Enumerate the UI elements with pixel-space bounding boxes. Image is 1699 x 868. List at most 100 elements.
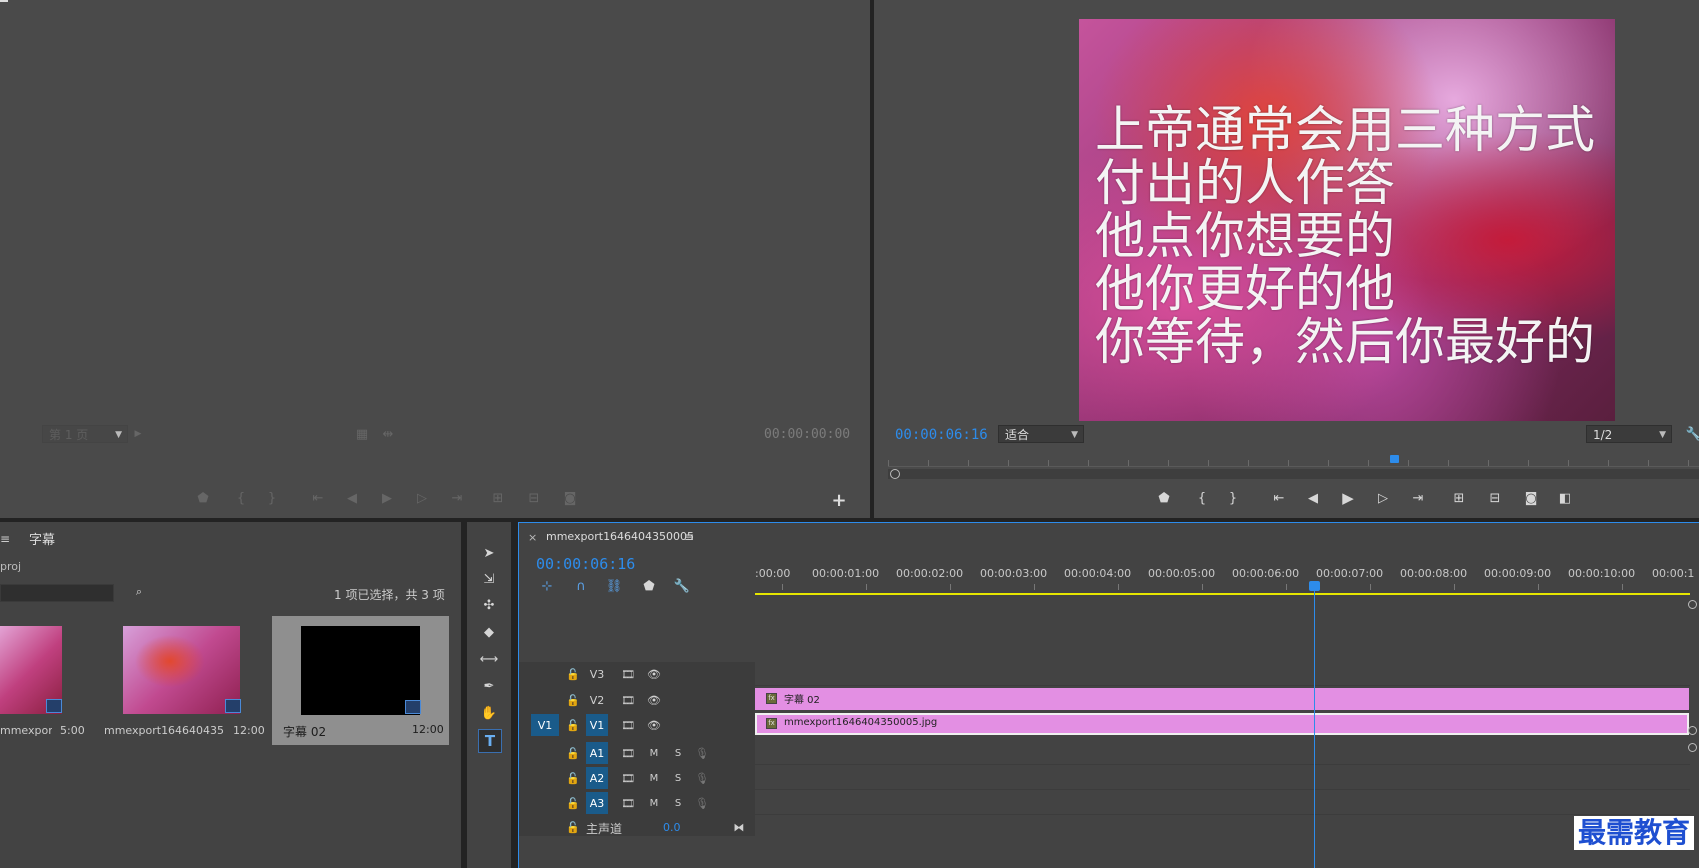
timeline-clip-v2[interactable]: fx 字幕 02	[755, 688, 1689, 710]
pen-tool-icon[interactable]: ✒	[478, 675, 500, 697]
track-lock-icon[interactable]: 🔓	[562, 689, 584, 711]
snap-icon[interactable]: ∩	[571, 576, 591, 596]
play-icon[interactable]: ▶	[377, 488, 397, 508]
track-lock-icon[interactable]: 🔓	[562, 742, 584, 764]
project-item[interactable]: mmexport1646404350… 12:00	[94, 616, 270, 745]
close-sequence-icon[interactable]: ×	[528, 531, 537, 544]
track-lock-icon[interactable]: 🔓	[562, 816, 584, 838]
microphone-icon[interactable]: 🎙	[691, 792, 713, 814]
microphone-icon[interactable]: 🎙	[691, 767, 713, 789]
sequence-menu-icon[interactable]: ≡	[684, 530, 694, 544]
overwrite-icon[interactable]: ⊟	[524, 488, 544, 508]
zoom-handle[interactable]	[890, 469, 900, 479]
step-back-icon[interactable]: ◀	[342, 488, 362, 508]
ripple-edit-tool-icon[interactable]: ✣	[478, 594, 500, 616]
program-playhead-marker[interactable]	[1390, 455, 1399, 463]
lane-v3[interactable]	[755, 662, 1690, 686]
step-forward-icon[interactable]: ▷	[412, 488, 432, 508]
add-marker-icon[interactable]: ⬟	[193, 488, 213, 508]
sync-lock-icon[interactable]: 🎞	[617, 742, 639, 764]
comparison-view-icon[interactable]: ◧	[1555, 488, 1575, 508]
track-target-v3[interactable]: V3	[586, 663, 608, 685]
page-dropdown[interactable]: 第 1 页 ▼	[42, 425, 128, 443]
solo-button[interactable]: S	[667, 742, 689, 764]
mute-button[interactable]: M	[643, 792, 665, 814]
timeline-timecode[interactable]: 00:00:06:16	[536, 555, 635, 573]
program-mini-ruler[interactable]	[888, 456, 1699, 467]
new-search-bin-icon[interactable]: ⌕	[129, 582, 149, 602]
track-target-v1[interactable]: V1	[586, 714, 608, 736]
track-scroll-handle[interactable]	[1688, 726, 1697, 735]
search-input[interactable]	[0, 584, 114, 602]
track-lock-icon[interactable]: 🔓	[562, 792, 584, 814]
selection-tool-icon[interactable]: ➤	[478, 542, 500, 564]
track-scroll-handle[interactable]	[1688, 743, 1697, 752]
go-to-out-icon[interactable]: ⇥	[1408, 488, 1428, 508]
lane-a1[interactable]	[755, 741, 1690, 765]
sync-lock-icon[interactable]: 🎞	[617, 689, 639, 711]
track-lock-icon[interactable]: 🔓	[562, 767, 584, 789]
eye-icon[interactable]: 👁	[643, 714, 665, 736]
sync-lock-icon[interactable]: 🎞	[617, 792, 639, 814]
mark-in-icon[interactable]: {	[231, 488, 251, 508]
mark-out-icon[interactable]: }	[262, 488, 282, 508]
solo-button[interactable]: S	[667, 792, 689, 814]
track-select-tool-icon[interactable]: ⇲	[478, 568, 500, 590]
eye-icon[interactable]: 👁	[643, 689, 665, 711]
go-to-in-icon[interactable]: ⇤	[1269, 488, 1289, 508]
track-target-a1[interactable]: A1	[586, 742, 608, 764]
lane-a3[interactable]	[755, 791, 1690, 815]
sync-lock-icon[interactable]: 🎞	[617, 663, 639, 685]
step-forward-icon[interactable]: ▷	[1373, 488, 1393, 508]
export-frame-icon[interactable]: ◙	[560, 488, 580, 508]
program-scrub-bar[interactable]	[888, 469, 1699, 479]
timeline-playhead[interactable]	[1314, 584, 1315, 868]
mark-in-icon[interactable]: {	[1192, 488, 1212, 508]
add-marker-icon[interactable]: ⬟	[639, 576, 659, 596]
track-lock-icon[interactable]: 🔓	[562, 663, 584, 685]
linked-selection-icon[interactable]: ⛓	[604, 576, 624, 596]
go-to-point-icon[interactable]: ⧓	[728, 816, 750, 838]
sync-lock-icon[interactable]: 🎞	[617, 767, 639, 789]
tab-subtitle[interactable]: 字幕	[29, 529, 55, 548]
program-timecode[interactable]: 00:00:06:16	[895, 427, 988, 443]
export-frame-icon[interactable]: ◙	[1521, 488, 1541, 508]
track-target-a3[interactable]: A3	[586, 792, 608, 814]
track-scroll-handle[interactable]	[1688, 600, 1697, 609]
play-icon[interactable]: ▶	[1338, 488, 1358, 508]
timeline-settings-icon[interactable]: 🔧	[672, 576, 692, 596]
master-volume-value[interactable]: 0.0	[663, 821, 681, 834]
slip-tool-icon[interactable]: ⟷	[478, 648, 500, 670]
playhead-handle[interactable]	[1309, 581, 1320, 591]
track-lock-icon[interactable]: 🔓	[562, 714, 584, 736]
type-tool-icon[interactable]: T	[478, 729, 502, 753]
extract-icon[interactable]: ⊟	[1485, 488, 1505, 508]
add-button-icon[interactable]: +	[829, 490, 849, 511]
work-area-bar[interactable]	[755, 593, 1690, 595]
zoom-dropdown[interactable]: 适合 ▼	[998, 425, 1084, 443]
timeline-clip-v1[interactable]: fx mmexport1646404350005.jpg	[755, 713, 1689, 735]
eye-icon[interactable]: 👁	[643, 663, 665, 685]
microphone-icon[interactable]: 🎙	[691, 742, 713, 764]
mute-button[interactable]: M	[643, 767, 665, 789]
mute-button[interactable]: M	[643, 742, 665, 764]
resolution-dropdown[interactable]: 1/2 ▼	[1586, 425, 1672, 443]
add-marker-icon[interactable]: ⬟	[1154, 488, 1174, 508]
safe-margins-icon[interactable]: ▦	[352, 424, 372, 444]
source-patch-v1[interactable]: V1	[531, 714, 559, 736]
go-to-in-icon[interactable]: ⇤	[308, 488, 328, 508]
sync-lock-icon[interactable]: 🎞	[617, 714, 639, 736]
nest-toggle-icon[interactable]: ⊹	[537, 576, 557, 596]
panel-menu-icon[interactable]: ≡	[0, 532, 10, 546]
insert-icon[interactable]: ⊞	[488, 488, 508, 508]
sequence-tab[interactable]: mmexport1646404350005	[546, 530, 694, 543]
track-target-a2[interactable]: A2	[586, 767, 608, 789]
go-to-out-icon[interactable]: ⇥	[447, 488, 467, 508]
hand-tool-icon[interactable]: ✋	[478, 702, 500, 724]
page-next-icon[interactable]: ▶	[128, 424, 148, 444]
step-back-icon[interactable]: ◀	[1303, 488, 1323, 508]
solo-button[interactable]: S	[667, 767, 689, 789]
drop-frame-icon[interactable]: ⇹	[378, 424, 398, 444]
lane-a2[interactable]	[755, 766, 1690, 790]
lift-icon[interactable]: ⊞	[1449, 488, 1469, 508]
